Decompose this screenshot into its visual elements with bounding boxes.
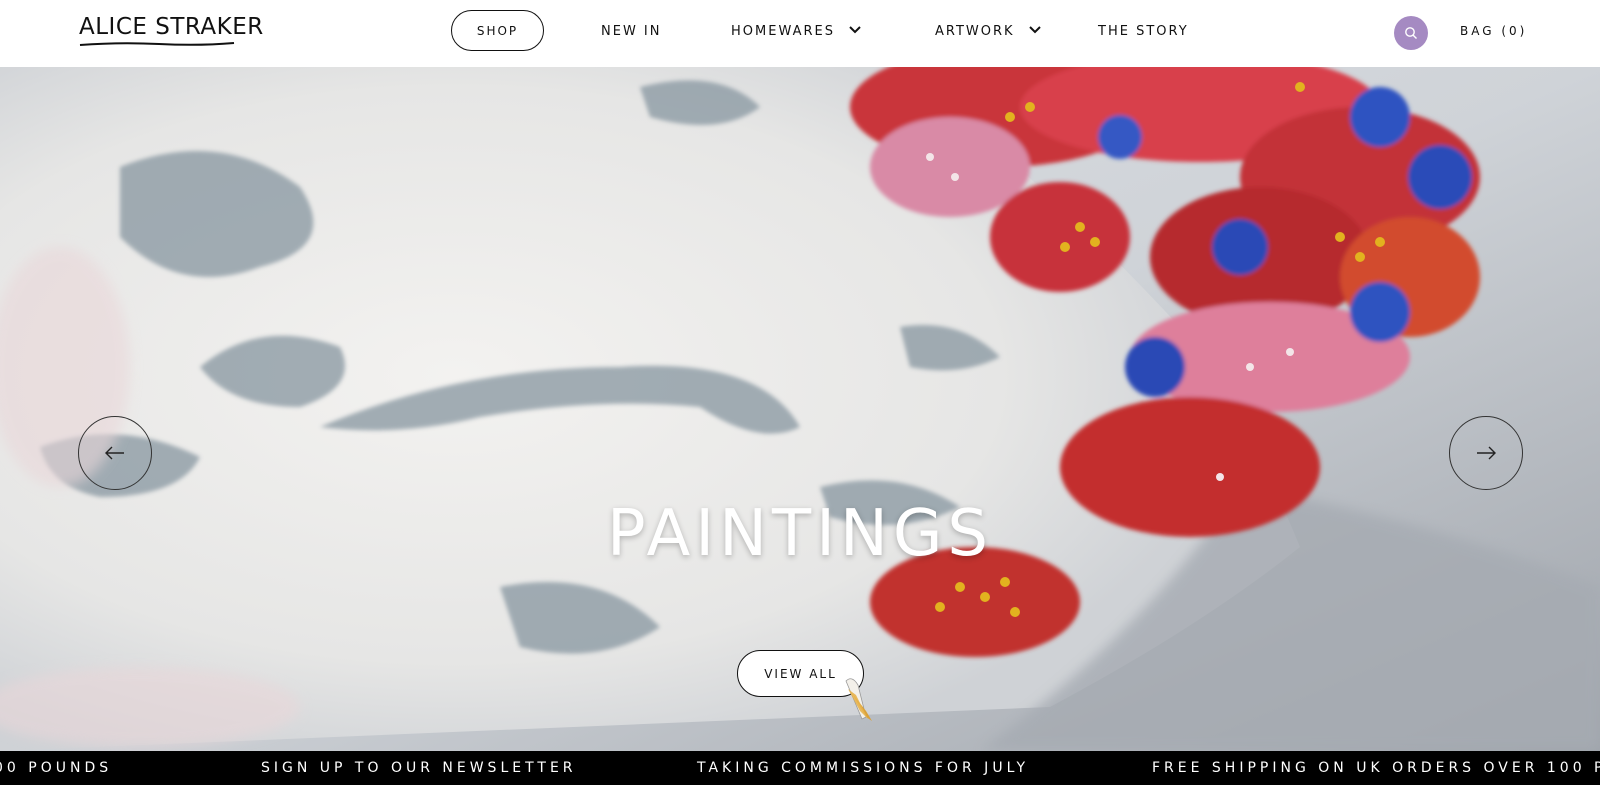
search-icon — [1405, 27, 1417, 39]
ticker-item: TAKING COMMISSIONS FOR JULY — [697, 760, 1030, 776]
hero-title: PAINTINGS — [606, 497, 994, 571]
hero-painting-image — [0, 67, 1600, 751]
announcement-ticker: 00 POUNDS SIGN UP TO OUR NEWSLETTER TAKI… — [0, 751, 1600, 785]
nav-artwork[interactable]: ARTWORK — [935, 24, 1041, 39]
chevron-down-icon — [1029, 26, 1041, 34]
nav-homewares-label: HOMEWARES — [731, 24, 835, 39]
view-all-label: VIEW ALL — [764, 666, 837, 681]
nav-homewares[interactable]: HOMEWARES — [731, 24, 861, 39]
nav-new-in[interactable]: NEW IN — [601, 24, 661, 39]
shop-button-label: SHOP — [476, 23, 519, 38]
nav-artwork-label: ARTWORK — [935, 24, 1015, 39]
site-header: ALICE STRAKER SHOP NEW IN HOMEWARES ARTW… — [0, 0, 1600, 67]
site-logo[interactable]: ALICE STRAKER — [79, 14, 264, 40]
next-slide-button[interactable] — [1449, 416, 1523, 490]
ticker-item: 00 POUNDS — [0, 760, 113, 776]
previous-slide-button[interactable] — [78, 416, 152, 490]
arrow-right-icon — [1477, 446, 1496, 460]
shop-button[interactable]: SHOP — [451, 10, 544, 51]
ticker-item[interactable]: SIGN UP TO OUR NEWSLETTER — [261, 760, 577, 776]
bag-link[interactable]: BAG (0) — [1460, 24, 1527, 38]
hero-banner: PAINTINGS VIEW ALL — [0, 67, 1600, 751]
ice-cream-cursor-icon — [845, 678, 872, 721]
ticker-item: FREE SHIPPING ON UK ORDERS OVER 100 POUN… — [1152, 760, 1600, 776]
search-button[interactable] — [1394, 16, 1428, 50]
chevron-down-icon — [849, 26, 861, 34]
nav-the-story[interactable]: THE STORY — [1098, 24, 1189, 39]
arrow-left-icon — [105, 446, 124, 460]
logo-underline — [79, 42, 235, 46]
